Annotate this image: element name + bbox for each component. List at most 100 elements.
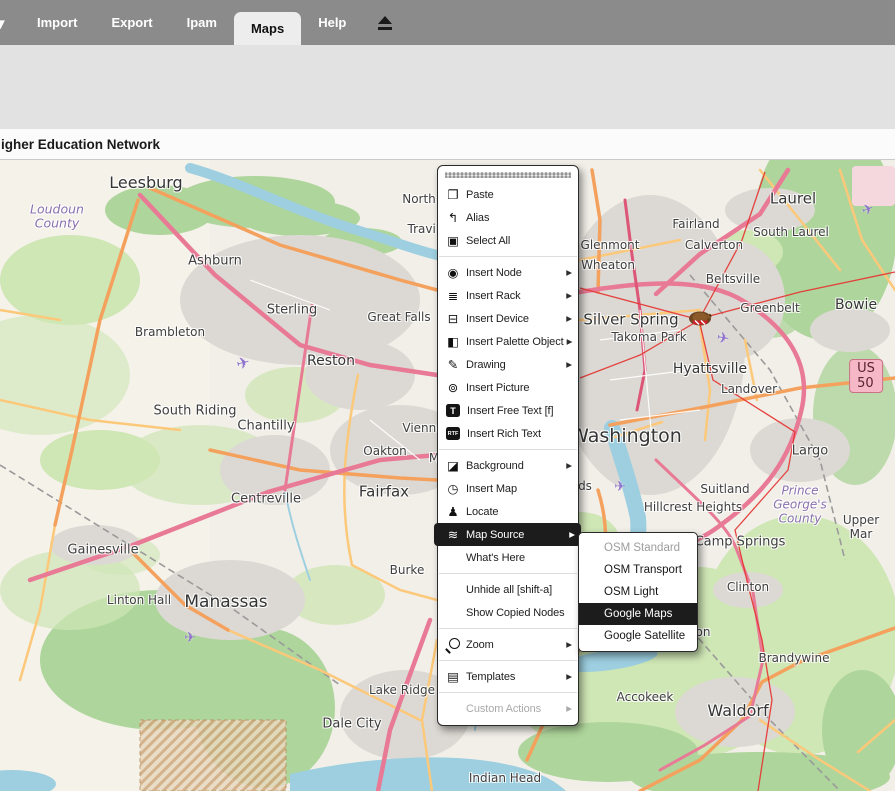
map-label-calverton: Calverton (685, 239, 743, 253)
submenu-item-osm-standard[interactable]: OSM Standard (579, 537, 697, 559)
submenu-arrow-icon: ▶ (566, 461, 572, 470)
submenu-item-osm-transport[interactable]: OSM Transport (579, 559, 697, 581)
airport-icon: ✈ (715, 328, 731, 348)
no-icon (445, 702, 461, 716)
zoom-icon (445, 638, 461, 652)
tab-import[interactable]: Import (20, 0, 94, 45)
menu-item-label: Insert Free Text [f] (467, 405, 572, 417)
menu-item-insert-device[interactable]: ⊟Insert Device▶ (438, 307, 578, 330)
menu-item-insert-node[interactable]: ◉Insert Node▶ (438, 261, 578, 284)
menu-item-insert-free-text-f[interactable]: TInsert Free Text [f] (438, 399, 578, 422)
menu-item-label: Map Source (466, 529, 566, 541)
airport-icon: ✈ (184, 630, 196, 646)
menu-item-alias[interactable]: ↰Alias (438, 206, 578, 229)
menu-separator (439, 628, 577, 629)
no-icon (445, 606, 461, 620)
menu-item-label: What's Here (466, 552, 572, 564)
map-label-centreville: Centreville (231, 493, 301, 508)
menu-item-label: Background (466, 460, 563, 472)
menu-item-insert-rack[interactable]: ≣Insert Rack▶ (438, 284, 578, 307)
map-label-clinton: Clinton (727, 581, 769, 595)
menu-item-label: Unhide all [shift-a] (466, 584, 572, 596)
insert-device-icon: ⊟ (445, 312, 461, 326)
insert-rack-icon: ≣ (445, 289, 461, 303)
navbar-tabs: ImportExportIpamMapsHelp (20, 0, 363, 45)
menu-item-select-all[interactable]: ▣ Select All (438, 229, 578, 252)
map-label-brandywine: Brandywine (759, 652, 830, 666)
map-label-linton-hall: Linton Hall (107, 594, 171, 608)
menu-item-label: Alias (466, 212, 572, 224)
menu-item-insert-picture[interactable]: ⊚Insert Picture (438, 376, 578, 399)
map-source-icon: ≋ (445, 528, 461, 542)
no-icon (445, 583, 461, 597)
menu-item-label: Custom Actions (466, 703, 563, 715)
airport-icon: ✈ (614, 479, 626, 495)
menu-item-label: Insert Rack (466, 290, 563, 302)
submenu-arrow-icon: ▶ (566, 672, 572, 681)
menu-item-templates[interactable]: ▤ Templates▶ (438, 665, 578, 688)
menu-item-locate[interactable]: ♟Locate (438, 500, 578, 523)
menu-item-background[interactable]: ◪ Background▶ (438, 454, 578, 477)
submenu-arrow-icon: ▶ (569, 530, 575, 539)
menu-item-insert-palette-object[interactable]: ◧Insert Palette Object▶ (438, 330, 578, 353)
menu-item-zoom[interactable]: Zoom▶ (438, 633, 578, 656)
select-all-icon: ▣ (445, 234, 461, 248)
map-label-fairland: Fairland (672, 218, 719, 232)
map-label-manassas: Manassas (184, 593, 267, 613)
toolbar-strip (0, 45, 895, 129)
menu-item-label: Templates (466, 671, 563, 683)
map-label-accokeek: Accokeek (617, 691, 674, 705)
map-label-brambleton: Brambleton (135, 326, 205, 340)
menu-item-custom-actions[interactable]: Custom Actions▶ (438, 697, 578, 720)
submenu-arrow-icon: ▶ (566, 704, 572, 713)
menu-item-show-copied-nodes[interactable]: Show Copied Nodes (438, 601, 578, 624)
submenu-item-google-maps[interactable]: Google Maps (579, 603, 697, 625)
tab-export[interactable]: Export (94, 0, 169, 45)
menu-item-what-s-here[interactable]: What's Here (438, 546, 578, 569)
map-label-landover: Landover (721, 383, 777, 397)
map-label-waldorf: Waldorf (707, 702, 768, 720)
map-label-beltsville: Beltsville (706, 273, 760, 287)
map-label-chantilly: Chantilly (237, 420, 294, 435)
map-label-silver-spring: Silver Spring (583, 311, 678, 328)
menu-item-drawing[interactable]: ✎Drawing▶ (438, 353, 578, 376)
menu-item-unhide-all-shift-a[interactable]: Unhide all [shift-a] (438, 578, 578, 601)
submenu-item-google-satellite[interactable]: Google Satellite (579, 625, 697, 647)
paste-icon: ❐ (445, 188, 461, 202)
menu-item-label: Show Copied Nodes (466, 607, 572, 619)
tab-ipam[interactable]: Ipam (170, 0, 234, 45)
map-label-great-falls: Great Falls (367, 311, 430, 325)
eject-icon[interactable] (377, 16, 393, 30)
menu-item-label: Insert Rich Text (467, 428, 572, 440)
templates-icon: ▤ (445, 670, 461, 684)
map-label-sterling: Sterling (267, 304, 317, 319)
menu-item-label: Select All (466, 235, 572, 247)
map-military-hatch (140, 720, 286, 791)
clipped-glyph: ▼ (0, 16, 8, 33)
network-node-terrapin-icon[interactable] (687, 310, 713, 329)
insert-palette-icon: ◧ (445, 335, 461, 349)
tab-help[interactable]: Help (301, 0, 363, 45)
background-icon: ◪ (445, 459, 461, 473)
menu-item-label: Paste (466, 189, 572, 201)
map-label-glenmont: Glenmont (581, 239, 640, 253)
insert-picture-icon: ⊚ (445, 381, 461, 395)
map-label-gainesville: Gainesville (67, 544, 138, 559)
map-label-upper-mar: Upper Mar (843, 514, 879, 542)
map-title-bar: igher Education Network (0, 129, 895, 160)
map-label-prince-george-s-county: Prince George's County (773, 484, 827, 525)
insert-map-icon: ◷ (445, 482, 461, 496)
menu-item-map-source[interactable]: ≋ Map Source▶ (434, 523, 581, 546)
menu-drag-strip[interactable] (445, 172, 571, 178)
menu-separator (439, 256, 577, 257)
submenu-item-osm-light[interactable]: OSM Light (579, 581, 697, 603)
map-label-bowie: Bowie (835, 297, 877, 313)
menu-item-insert-rich-text[interactable]: RTFInsert Rich Text (438, 422, 578, 445)
map-label-laurel: Laurel (770, 190, 816, 207)
map-label-north: North (402, 193, 436, 207)
menu-item-label: Insert Node (466, 267, 563, 279)
menu-item-insert-map[interactable]: ◷Insert Map (438, 477, 578, 500)
tab-maps[interactable]: Maps (234, 12, 301, 45)
menu-item-paste[interactable]: ❐ Paste (438, 183, 578, 206)
no-icon (445, 551, 461, 565)
